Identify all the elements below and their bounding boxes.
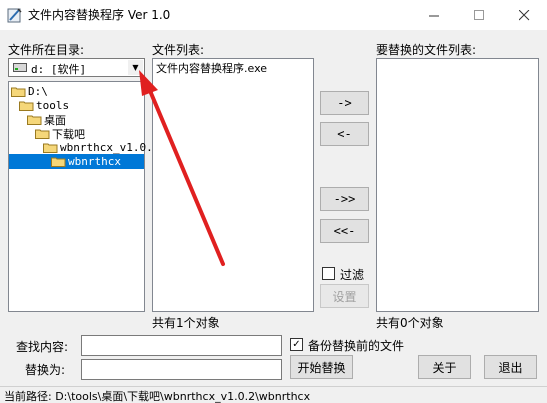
target-list-count: 共有0个对象 xyxy=(376,316,444,330)
directory-label: 文件所在目录: xyxy=(8,43,85,57)
open-folder-icon xyxy=(51,157,66,167)
move-all-button[interactable]: ->> xyxy=(320,187,369,211)
tree-item-label: tools xyxy=(36,99,70,112)
backup-checkbox[interactable]: ✓ xyxy=(290,338,303,351)
drive-select-value: d: [软件] xyxy=(31,63,87,76)
target-file-list[interactable] xyxy=(376,58,539,312)
find-label: 查找内容: xyxy=(16,340,69,354)
replace-label: 替换为: xyxy=(25,363,66,377)
folder-icon xyxy=(11,87,26,97)
minimize-icon xyxy=(429,15,439,16)
status-path: 当前路径: D:\tools\桌面\下载吧\wbnrthcx_v1.0.2\wb… xyxy=(4,390,311,403)
folder-icon xyxy=(19,101,34,111)
check-mark-icon: ✓ xyxy=(292,338,301,350)
tree-item-label: wbnrthcx xyxy=(68,155,121,168)
file-list-label: 文件列表: xyxy=(152,43,205,57)
close-button[interactable] xyxy=(502,0,547,30)
window-title: 文件内容替换程序 Ver 1.0 xyxy=(28,8,171,22)
target-list-label: 要替换的文件列表: xyxy=(376,43,477,57)
maximize-button[interactable] xyxy=(457,0,502,30)
tree-item[interactable]: wbnrthcx xyxy=(9,154,144,169)
remove-one-button[interactable]: <- xyxy=(320,122,369,146)
folder-icon xyxy=(43,143,58,153)
drive-icon xyxy=(13,63,27,72)
close-icon xyxy=(519,9,530,20)
move-one-button[interactable]: -> xyxy=(320,91,369,115)
file-list-item[interactable]: 文件内容替换程序.exe xyxy=(156,60,267,76)
tree-item[interactable]: 下载吧 xyxy=(9,126,85,141)
file-list-count: 共有1个对象 xyxy=(152,316,220,330)
filter-checkbox[interactable] xyxy=(322,267,335,280)
about-button[interactable]: 关于 xyxy=(418,355,471,379)
tree-item[interactable]: D:\ xyxy=(9,84,48,99)
remove-all-button[interactable]: <<- xyxy=(320,219,369,243)
folder-icon xyxy=(27,115,42,125)
folder-icon xyxy=(35,129,50,139)
start-replace-button[interactable]: 开始替换 xyxy=(290,355,353,379)
drive-select[interactable]: d: [软件] ▼ xyxy=(8,58,145,77)
find-input[interactable] xyxy=(81,335,282,356)
app-icon xyxy=(7,8,22,23)
exit-button[interactable]: 退出 xyxy=(484,355,537,379)
tree-item[interactable]: wbnrthcx_v1.0.2 xyxy=(9,140,159,155)
filter-settings-button[interactable]: 设置 xyxy=(320,284,369,308)
drive-dropdown-button[interactable]: ▼ xyxy=(128,60,143,75)
replace-input[interactable] xyxy=(81,359,282,380)
tree-item-label: D:\ xyxy=(28,85,48,98)
title-bar: 文件内容替换程序 Ver 1.0 xyxy=(0,0,547,30)
maximize-icon xyxy=(474,9,484,20)
chevron-down-icon: ▼ xyxy=(132,63,139,72)
file-list[interactable]: 文件内容替换程序.exe xyxy=(152,58,314,312)
tree-item-label: wbnrthcx_v1.0.2 xyxy=(60,141,160,154)
minimize-button[interactable] xyxy=(412,0,457,30)
directory-tree[interactable]: D:\ tools 桌面 下载吧 wbnrthcx_v1.0.2 wbnrthcx xyxy=(8,81,159,312)
filter-label: 过滤 xyxy=(340,268,365,282)
status-bar: 当前路径: D:\tools\桌面\下载吧\wbnrthcx_v1.0.2\wb… xyxy=(0,386,547,403)
backup-label: 备份替换前的文件 xyxy=(308,339,405,353)
